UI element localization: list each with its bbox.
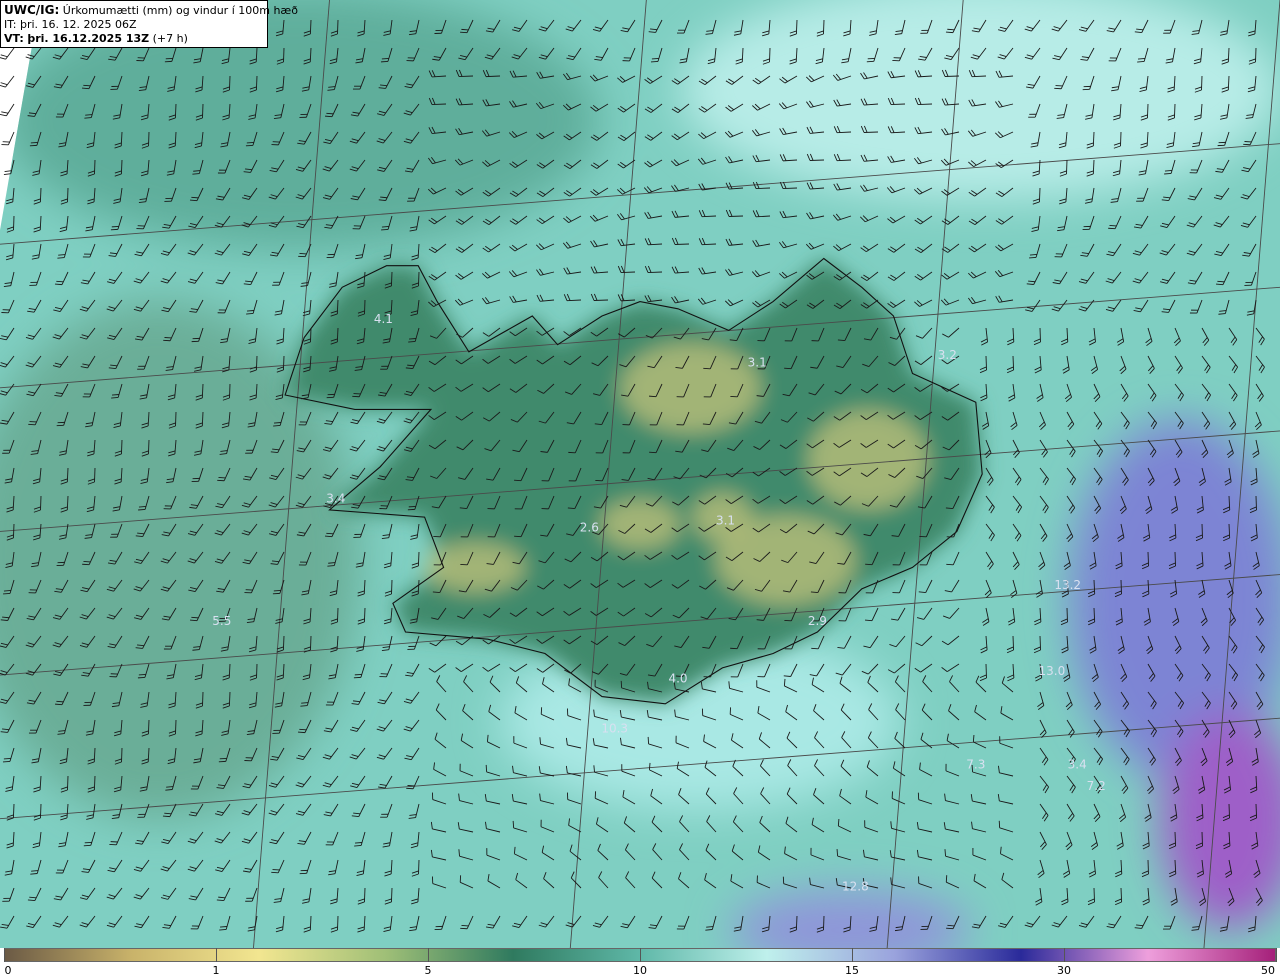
wind-barb xyxy=(0,47,15,60)
colorbar-tick-label: 50 xyxy=(1261,964,1275,977)
highland-patch xyxy=(600,499,680,550)
precip-value-label: 7.3 xyxy=(966,758,985,772)
wind-barb xyxy=(1,131,15,146)
colorbar-tick-mark xyxy=(4,948,5,962)
precipitation-colorbar: 0 1 5 10 15 30 50 xyxy=(0,948,1280,978)
precip-value-label: 2.9 xyxy=(808,614,827,628)
header-title-line: UWC/IG: Úrkomumætti (mm) og vindur í 100… xyxy=(4,3,298,18)
precip-value-label: 3.2 xyxy=(938,348,957,362)
precip-value-label: 3.1 xyxy=(748,355,767,369)
precip-value-label: 4.0 xyxy=(668,671,687,685)
valid-time-label: VT: xyxy=(4,32,24,45)
colorbar-tick-mark xyxy=(1064,948,1065,962)
colorbar-tick-mark xyxy=(1276,948,1277,962)
highland-patch xyxy=(425,542,526,593)
colorbar-tick-mark xyxy=(428,948,429,962)
valid-time-line: VT: þri. 16.12.2025 13Z (+7 h) xyxy=(4,32,264,46)
precip-value-label: 12.8 xyxy=(842,880,869,894)
precip-value-label: 13.0 xyxy=(1039,664,1066,678)
precip-value-label: 2.6 xyxy=(580,521,599,535)
colorbar-tick-mark xyxy=(640,948,641,962)
colorbar-tick-label: 15 xyxy=(845,964,859,977)
precip-value-label: 3.1 xyxy=(716,513,735,527)
precip-value-label: 3.4 xyxy=(326,492,345,506)
precip-value-label: 10.3 xyxy=(601,722,628,736)
initial-time-value: þri. 16. 12. 2025 06Z xyxy=(19,18,137,31)
map-title: Úrkomumætti (mm) og vindur í 100m hæð xyxy=(62,4,298,17)
valid-time-offset: (+7 h) xyxy=(152,32,188,45)
precip-value-label: 4.1 xyxy=(374,312,393,326)
initial-time-line: IT: þri. 16. 12. 2025 06Z xyxy=(4,18,264,32)
map-header: UWC/IG: Úrkomumætti (mm) og vindur í 100… xyxy=(0,0,298,48)
precip-value-label: 7.2 xyxy=(1087,779,1106,793)
colorbar-tick-mark xyxy=(216,948,217,962)
precipitation-field xyxy=(0,0,1280,948)
valid-time-value: þri. 16.12.2025 13Z xyxy=(27,32,150,45)
highland-patch xyxy=(620,342,761,433)
wind-barb xyxy=(0,75,15,88)
colorbar-tick-label: 30 xyxy=(1057,964,1071,977)
forecast-map-page: 4.1 3.1 3.2 3.4 2.6 3.1 13.2 5.5 2.9 13.0 4.0 10.3 7… xyxy=(0,0,1280,978)
wind-barb xyxy=(0,103,15,117)
product-code: UWC/IG: xyxy=(4,3,60,17)
precipitation-wind-map[interactable]: 4.1 3.1 3.2 3.4 2.6 3.1 13.2 5.5 2.9 13.0 4.0 10.3 7… xyxy=(0,0,1280,948)
colorbar-tick-mark xyxy=(852,948,853,962)
precip-value-label: 13.2 xyxy=(1054,578,1081,592)
colorbar-tick-label: 0 xyxy=(4,964,12,977)
precip-value-label: 5.5 xyxy=(212,614,231,628)
precip-value-label: 3.4 xyxy=(1068,758,1087,772)
colorbar-tick-label: 1 xyxy=(212,964,220,977)
initial-time-label: IT: xyxy=(4,18,17,31)
colorbar-tick-label: 5 xyxy=(424,964,432,977)
colorbar-tick-label: 10 xyxy=(633,964,647,977)
